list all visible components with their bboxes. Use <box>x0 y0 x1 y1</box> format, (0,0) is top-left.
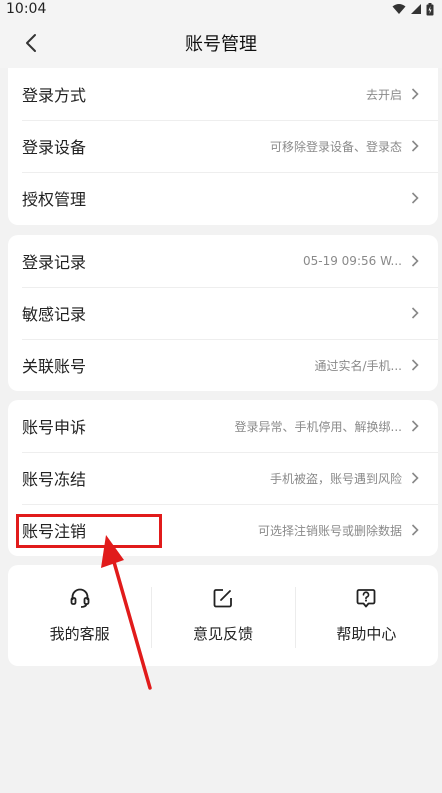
status-time: 10:04 <box>6 1 47 17</box>
row-label: 敏感记录 <box>22 305 87 324</box>
shortcut-label: 我的客服 <box>49 625 110 643</box>
row-sensitive-records[interactable]: 敏感记录 <box>8 287 438 339</box>
row-label: 账号冻结 <box>22 470 87 489</box>
row-value: 可选择注销账号或删除数据 <box>257 523 402 538</box>
row-value: 05-19 09:56 W... <box>302 254 402 268</box>
headset-icon <box>70 588 90 608</box>
row-account-appeal[interactable]: 账号申诉 登录异常、手机停用、解换绑... <box>8 400 438 452</box>
nav-bar: 账号管理 <box>0 18 442 68</box>
chevron-right-icon <box>411 524 419 536</box>
row-account-freeze[interactable]: 账号冻结 手机被盗，账号遇到风险 <box>8 452 438 504</box>
shortcuts-card: 我的客服 意见反馈 帮助中心 <box>8 565 438 666</box>
row-value: 手机被盗，账号遇到风险 <box>269 471 402 486</box>
row-label: 登录方式 <box>22 86 87 105</box>
wifi-icon <box>392 4 406 14</box>
row-label: 账号申诉 <box>22 418 87 437</box>
row-label: 登录记录 <box>22 253 87 272</box>
chevron-right-icon <box>411 140 419 152</box>
shortcut-feedback[interactable]: 意见反馈 <box>151 565 294 666</box>
chevron-left-icon <box>26 34 36 52</box>
chevron-right-icon <box>411 255 419 267</box>
back-button[interactable] <box>16 28 46 58</box>
row-value: 去开启 <box>365 87 402 102</box>
chevron-right-icon <box>411 420 419 432</box>
chevron-right-icon <box>411 88 419 100</box>
battery-icon <box>426 2 434 15</box>
edit-icon <box>213 589 232 608</box>
chevron-right-icon <box>411 192 419 204</box>
row-login-method[interactable]: 登录方式 去开启 <box>8 68 438 120</box>
row-value: 登录异常、手机停用、解换绑... <box>234 419 402 434</box>
row-linked-accounts[interactable]: 关联账号 通过实名/手机... <box>8 339 438 391</box>
page-title: 账号管理 <box>185 34 257 55</box>
settings-group-login: 登录方式 去开启 登录设备 可移除登录设备、登录态 授权管理 <box>8 68 438 225</box>
chevron-right-icon <box>411 359 419 371</box>
help-icon <box>356 589 376 608</box>
highlight-box <box>16 514 162 548</box>
status-bar: 10:04 <box>0 0 442 18</box>
row-label: 授权管理 <box>22 190 87 209</box>
settings-group-records: 登录记录 05-19 09:56 W... 敏感记录 关联账号 通过实名/手机.… <box>8 235 438 391</box>
status-icons <box>392 2 434 16</box>
shortcut-label: 意见反馈 <box>192 625 253 643</box>
shortcut-label: 帮助中心 <box>336 625 397 643</box>
chevron-right-icon <box>411 472 419 484</box>
signal-icon <box>411 4 421 14</box>
row-label: 关联账号 <box>22 357 87 376</box>
row-label: 登录设备 <box>22 138 87 157</box>
row-login-records[interactable]: 登录记录 05-19 09:56 W... <box>8 235 438 287</box>
row-authorization[interactable]: 授权管理 <box>8 172 438 224</box>
row-value: 通过实名/手机... <box>314 358 403 373</box>
shortcut-customer-service[interactable]: 我的客服 <box>8 565 151 666</box>
row-login-devices[interactable]: 登录设备 可移除登录设备、登录态 <box>8 120 438 172</box>
chevron-right-icon <box>411 307 419 319</box>
shortcut-help-center[interactable]: 帮助中心 <box>294 565 438 666</box>
row-value: 可移除登录设备、登录态 <box>269 139 402 154</box>
